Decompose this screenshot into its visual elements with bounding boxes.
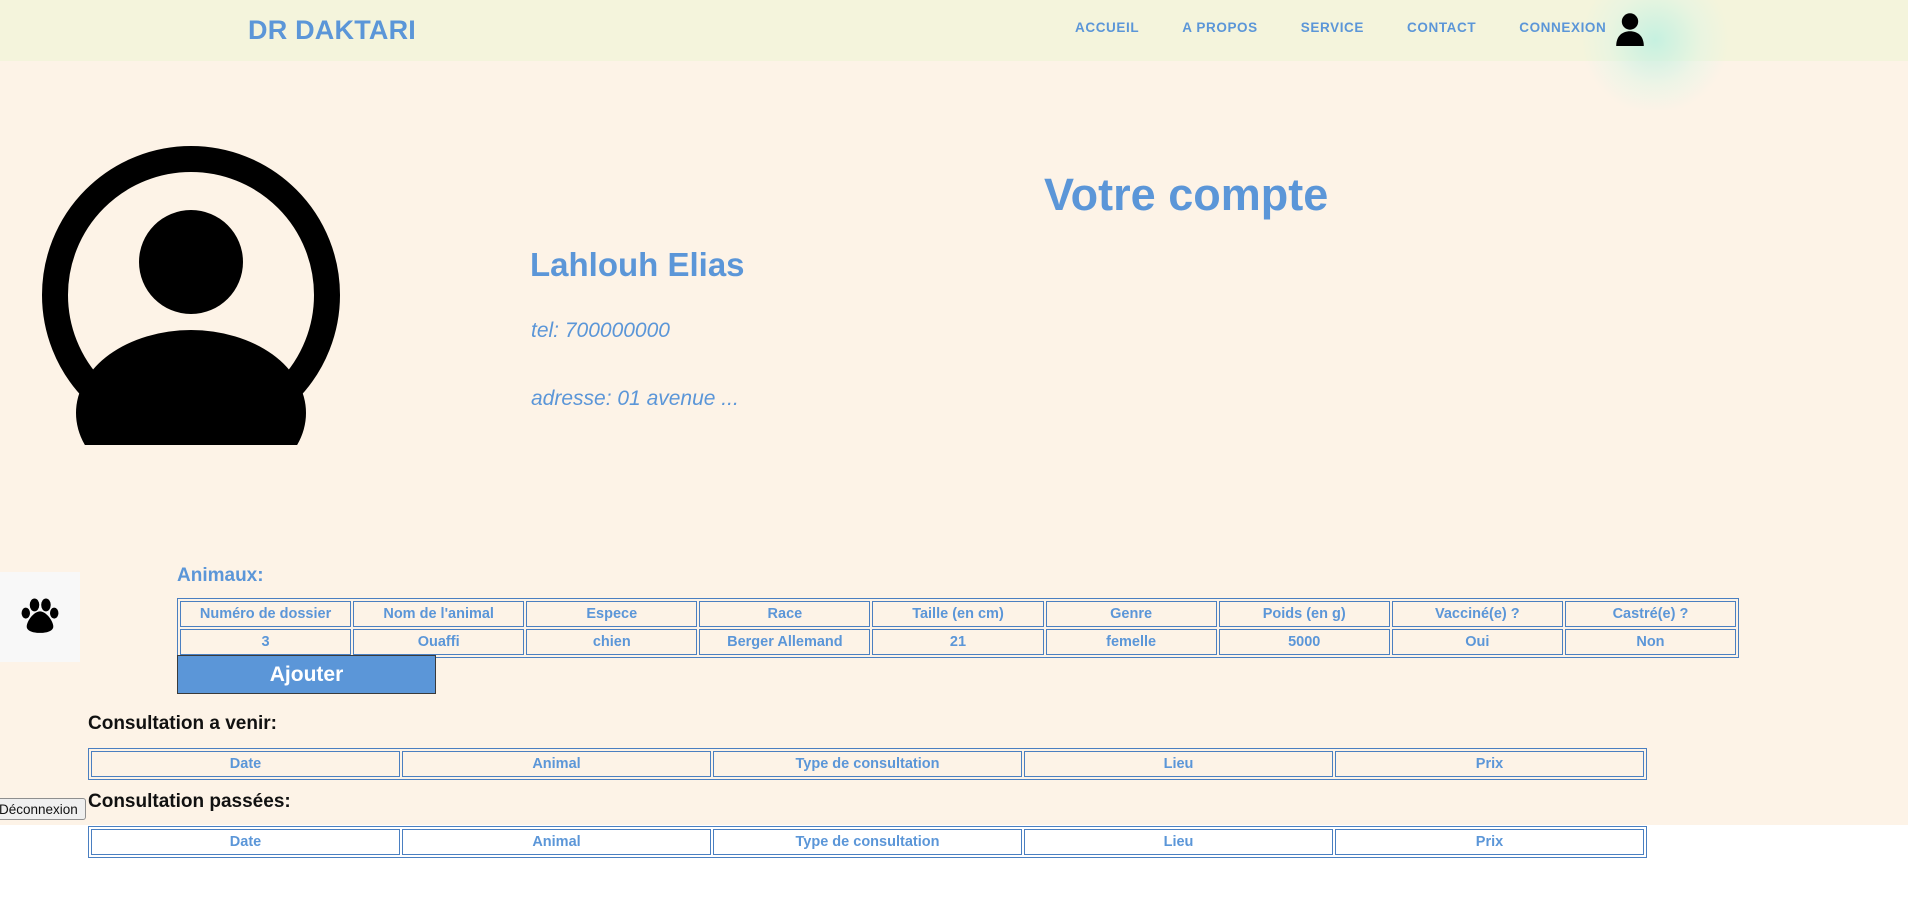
table-row[interactable]: 3 Ouaffi chien Berger Allemand 21 femell…	[180, 629, 1736, 655]
column-header: Espece	[526, 601, 698, 627]
page-body: Votre compte Lahlouh Elias tel: 70000000…	[0, 61, 1908, 858]
table-cell: chien	[526, 629, 698, 655]
column-header: Lieu	[1024, 829, 1333, 855]
table-cell: Oui	[1391, 629, 1563, 655]
animaux-label: Animaux:	[177, 565, 264, 586]
upcoming-consultations-table: Date Animal Type de consultation Lieu Pr…	[88, 748, 1647, 780]
brand-logo[interactable]: DR DAKTARI	[248, 15, 416, 46]
column-header: Poids (en g)	[1218, 601, 1390, 627]
column-header: Nom de l'animal	[353, 601, 525, 627]
table-header-row: Date Animal Type de consultation Lieu Pr…	[91, 829, 1644, 855]
logout-button[interactable]: Déconnexion	[0, 798, 86, 820]
column-header: Genre	[1045, 601, 1217, 627]
past-consultations-table: Date Animal Type de consultation Lieu Pr…	[88, 826, 1647, 858]
paw-badge	[0, 572, 80, 662]
column-header: Prix	[1335, 829, 1644, 855]
column-header: Lieu	[1024, 751, 1333, 777]
upcoming-consultations-label: Consultation a venir:	[88, 713, 277, 734]
table-cell: Ouaffi	[353, 629, 525, 655]
nav-link-a-propos[interactable]: A PROPOS	[1182, 20, 1258, 35]
column-header: Prix	[1335, 751, 1644, 777]
column-header: Race	[699, 601, 871, 627]
column-header: Castré(e) ?	[1564, 601, 1736, 627]
column-header: Taille (en cm)	[872, 601, 1044, 627]
page-title: Votre compte	[1044, 169, 1329, 220]
table-cell: 5000	[1218, 629, 1390, 655]
paw-print-icon	[18, 593, 62, 642]
column-header: Type de consultation	[713, 751, 1022, 777]
past-consultations-label: Consultation passées:	[88, 791, 291, 812]
nav-links: ACCUEIL A PROPOS SERVICE CONTACT CONNEXI…	[1075, 20, 1649, 35]
column-header: Type de consultation	[713, 829, 1022, 855]
user-name: Lahlouh Elias	[530, 246, 745, 283]
user-avatar-icon[interactable]	[1613, 11, 1647, 47]
nav-link-accueil[interactable]: ACCUEIL	[1075, 20, 1139, 35]
user-telephone: tel: 700000000	[531, 319, 670, 342]
table-cell: 3	[180, 629, 352, 655]
column-header: Numéro de dossier	[180, 601, 352, 627]
table-header-row: Numéro de dossier Nom de l'animal Espece…	[180, 601, 1736, 627]
column-header: Animal	[402, 829, 711, 855]
table-cell: Berger Allemand	[699, 629, 871, 655]
column-header: Vacciné(e) ?	[1391, 601, 1563, 627]
top-navbar: DR DAKTARI ACCUEIL A PROPOS SERVICE CONT…	[0, 0, 1908, 110]
add-animal-button[interactable]: Ajouter	[177, 655, 436, 694]
nav-link-service[interactable]: SERVICE	[1301, 20, 1364, 35]
column-header: Animal	[402, 751, 711, 777]
user-address: adresse: 01 avenue ...	[531, 387, 739, 410]
nav-link-contact[interactable]: CONTACT	[1407, 20, 1476, 35]
table-cell: femelle	[1045, 629, 1217, 655]
animals-table: Numéro de dossier Nom de l'animal Espece…	[177, 598, 1739, 658]
table-cell: Non	[1564, 629, 1736, 655]
column-header: Date	[91, 751, 400, 777]
user-circle-icon	[41, 145, 341, 496]
column-header: Date	[91, 829, 400, 855]
table-header-row: Date Animal Type de consultation Lieu Pr…	[91, 751, 1644, 777]
page-root: DR DAKTARI ACCUEIL A PROPOS SERVICE CONT…	[0, 0, 1908, 924]
nav-link-connexion[interactable]: CONNEXION	[1519, 20, 1606, 35]
table-cell: 21	[872, 629, 1044, 655]
